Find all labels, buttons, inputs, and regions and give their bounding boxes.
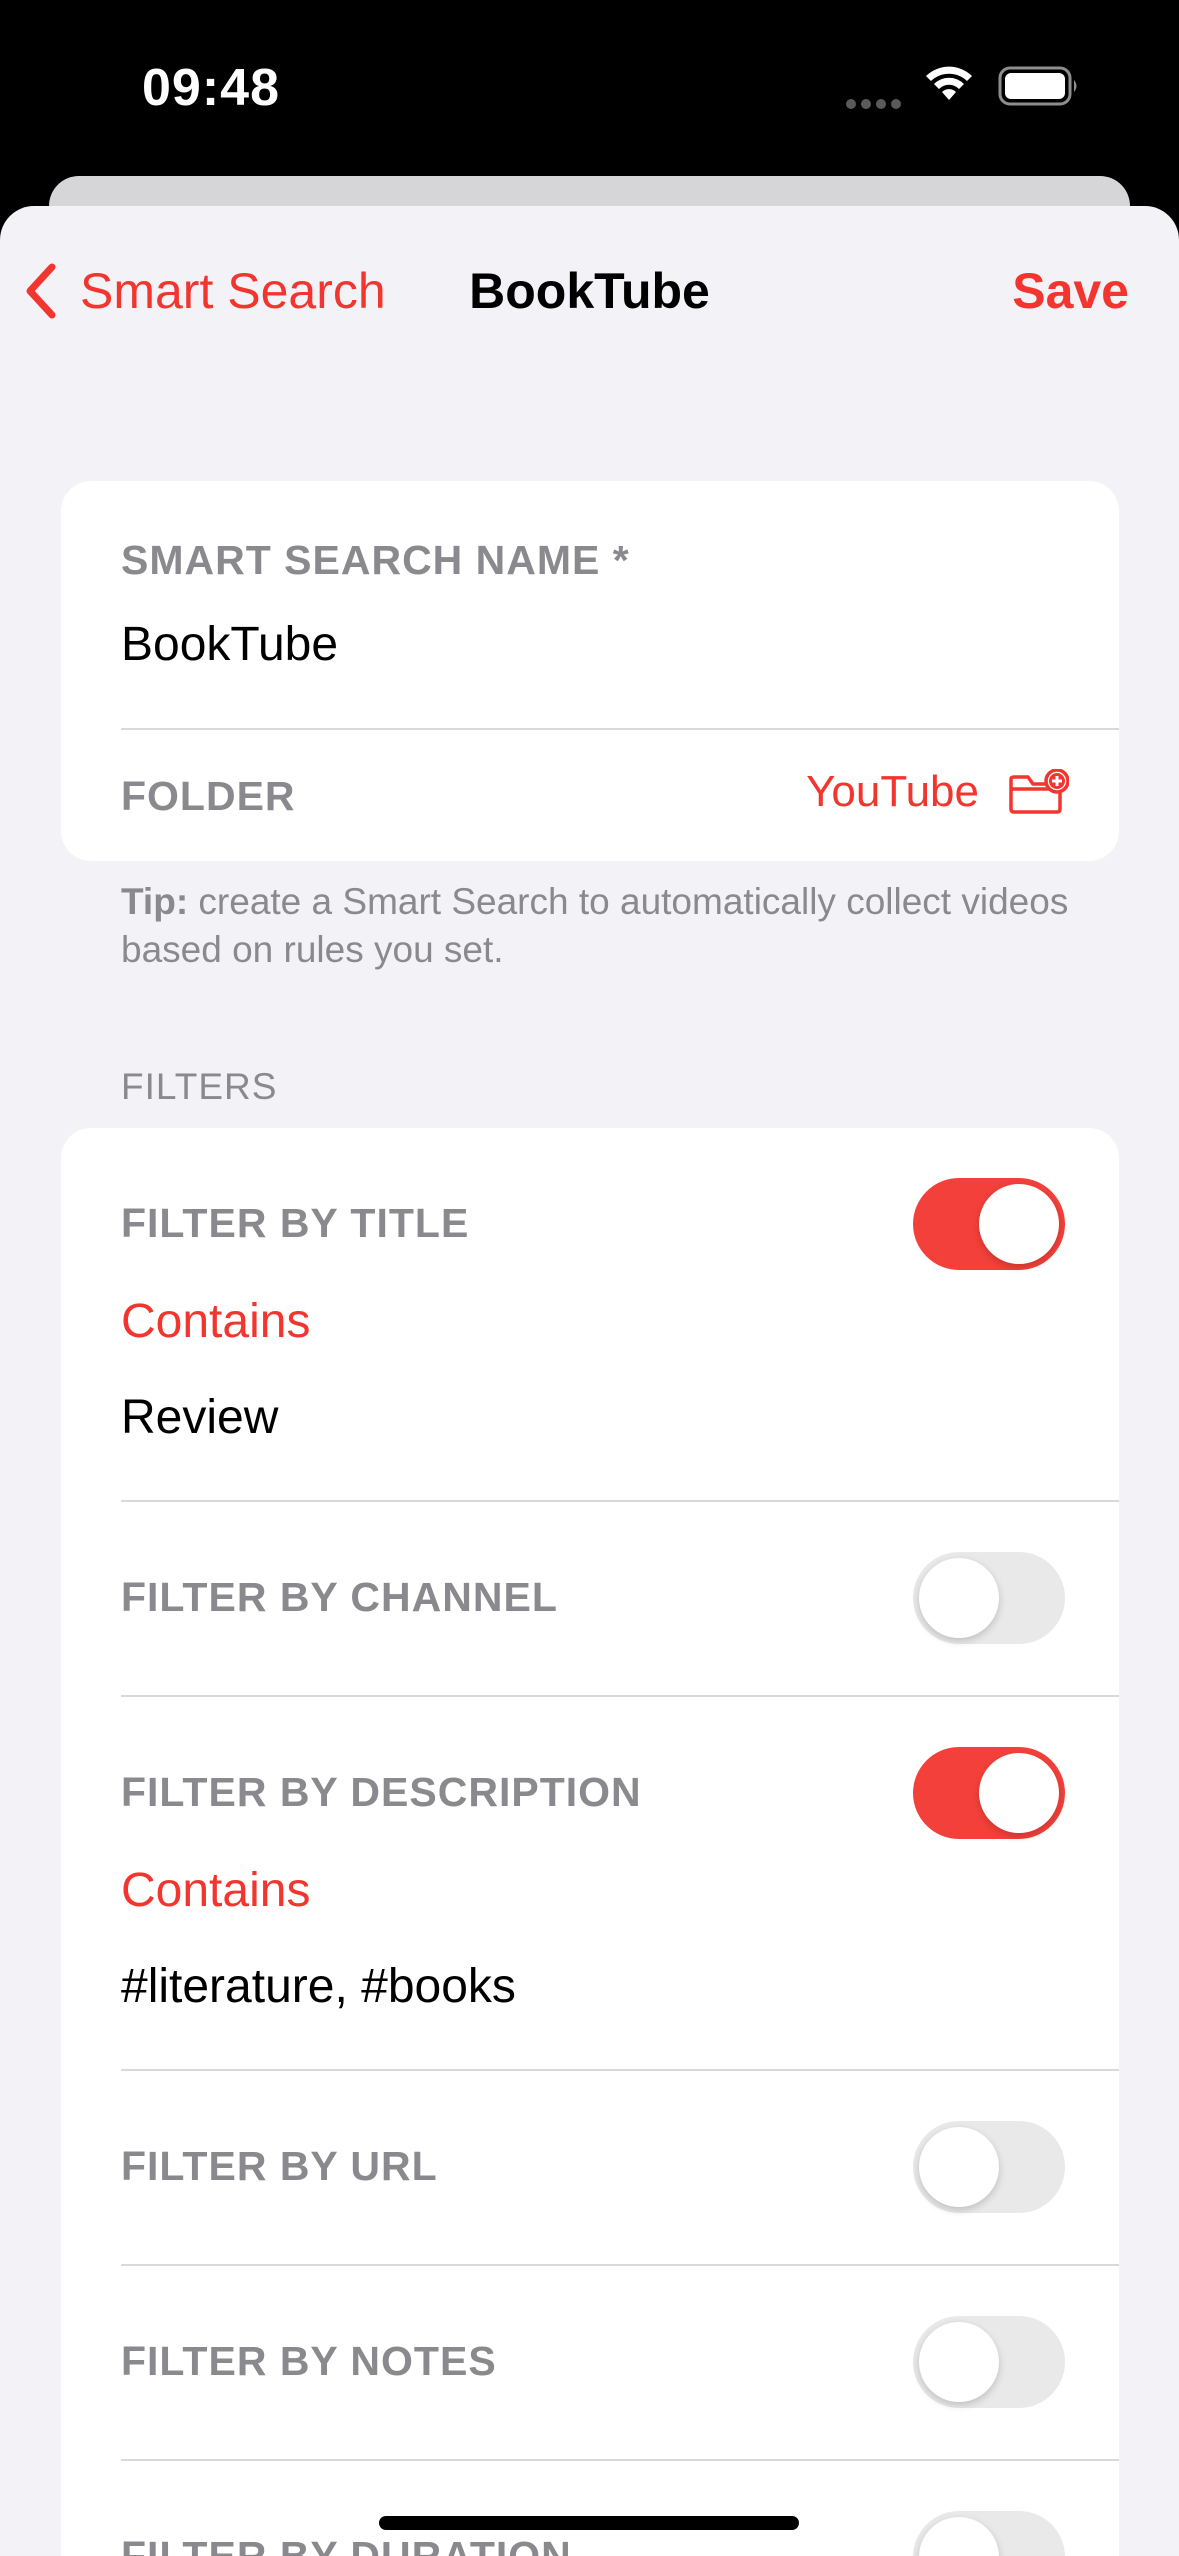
filter-notes-label: FILTER BY NOTES — [121, 2338, 497, 2384]
divider — [121, 1695, 1119, 1697]
filters-card: FILTER BY TITLE Contains Review FILTER B… — [61, 1128, 1119, 2556]
battery-icon — [998, 66, 1080, 111]
filter-notes-toggle[interactable] — [913, 2316, 1065, 2408]
folder-add-icon — [1009, 769, 1069, 814]
filter-channel-label: FILTER BY CHANNEL — [121, 1574, 558, 1620]
filter-channel-toggle[interactable] — [913, 1552, 1065, 1644]
filter-description-toggle[interactable] — [913, 1747, 1065, 1839]
filter-duration-toggle[interactable] — [913, 2511, 1065, 2556]
wifi-icon — [924, 64, 974, 107]
filter-url-toggle[interactable] — [913, 2121, 1065, 2213]
filter-title-match[interactable]: Contains — [121, 1294, 310, 1349]
toggle-knob — [919, 2517, 999, 2556]
home-indicator[interactable] — [379, 2516, 799, 2530]
folder-picker[interactable]: YouTube — [806, 767, 1069, 817]
filter-title-toggle[interactable] — [913, 1178, 1065, 1270]
filter-url-label: FILTER BY URL — [121, 2143, 438, 2189]
screen: 09:48 Smart Search BookTube Save SMART S… — [0, 0, 1179, 2556]
name-label: SMART SEARCH NAME * — [121, 537, 630, 583]
filter-description-label: FILTER BY DESCRIPTION — [121, 1769, 642, 1815]
divider — [121, 728, 1119, 730]
folder-label: FOLDER — [121, 773, 296, 819]
cellular-dots-icon — [846, 96, 906, 109]
tip-text: Tip: create a Smart Search to automatica… — [121, 878, 1081, 974]
filter-duration-label: FILTER BY DURATION — [121, 2533, 572, 2556]
tip-body: create a Smart Search to automatically c… — [121, 881, 1069, 970]
toggle-knob — [979, 1184, 1059, 1264]
tip-bold: Tip: — [121, 881, 189, 922]
filters-section-header: FILTERS — [121, 1066, 278, 1107]
name-field[interactable]: BookTube — [121, 617, 338, 672]
page-title: BookTube — [469, 263, 710, 319]
filter-description-value[interactable]: #literature, #books — [121, 1959, 516, 2014]
filter-title-label: FILTER BY TITLE — [121, 1200, 470, 1246]
toggle-knob — [919, 2127, 999, 2207]
folder-value: YouTube — [806, 767, 979, 816]
divider — [121, 2264, 1119, 2266]
toggle-knob — [979, 1753, 1059, 1833]
save-button[interactable]: Save — [1012, 262, 1129, 320]
toggle-knob — [919, 2322, 999, 2402]
status-time: 09:48 — [142, 59, 280, 117]
filter-title-value[interactable]: Review — [121, 1390, 278, 1445]
name-folder-card: SMART SEARCH NAME * BookTube FOLDER YouT… — [61, 481, 1119, 861]
divider — [121, 1500, 1119, 1502]
divider — [121, 2459, 1119, 2461]
toggle-knob — [919, 1558, 999, 1638]
filter-description-match[interactable]: Contains — [121, 1863, 310, 1918]
divider — [121, 2069, 1119, 2071]
